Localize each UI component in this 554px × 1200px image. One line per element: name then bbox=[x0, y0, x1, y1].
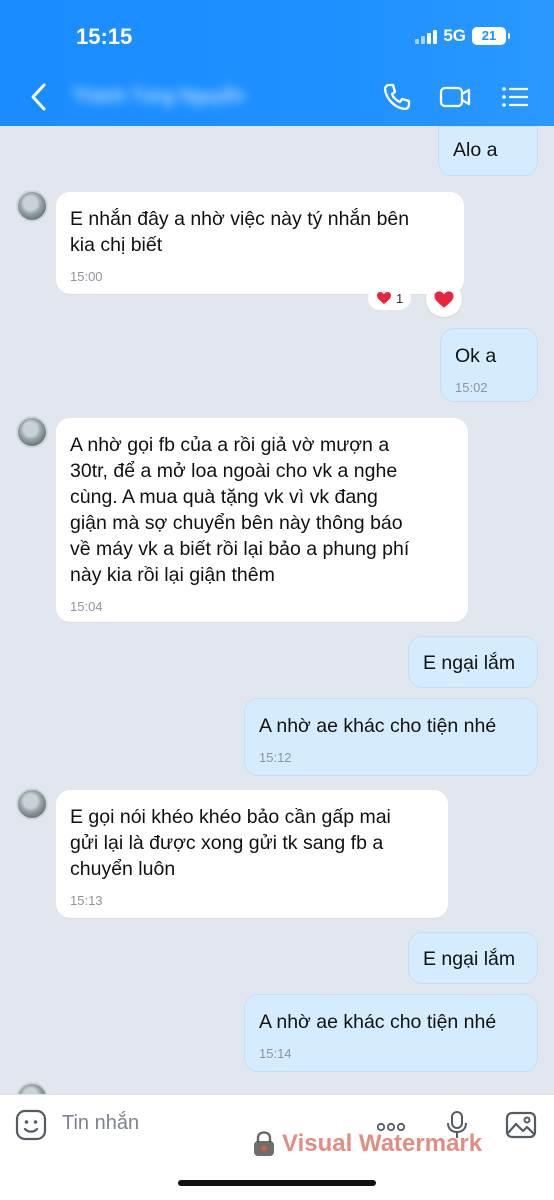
message-time: 15:13 bbox=[70, 893, 103, 908]
contact-name[interactable]: Thành Tùng Nguyễn bbox=[72, 86, 282, 112]
message-input[interactable]: Tin nhắn bbox=[62, 1112, 139, 1135]
message-text: Alo a bbox=[453, 139, 498, 161]
sticker-icon[interactable] bbox=[14, 1108, 48, 1142]
reaction-count-label: 1 bbox=[396, 290, 404, 306]
message-sent[interactable]: Ok a 15:02 bbox=[440, 328, 538, 402]
battery-icon: 21 bbox=[472, 27, 510, 45]
message-text: A nhờ ae khác cho tiện nhé bbox=[259, 715, 497, 737]
status-indicators: 5G 21 bbox=[415, 26, 510, 46]
menu-icon[interactable] bbox=[498, 80, 532, 114]
phone-call-icon[interactable] bbox=[380, 80, 414, 114]
image-picker-icon[interactable] bbox=[504, 1108, 538, 1142]
react-button[interactable] bbox=[426, 281, 462, 317]
message-time: 15:14 bbox=[259, 1046, 292, 1061]
message-sent[interactable]: E ngại lắm bbox=[408, 636, 538, 688]
reaction-count[interactable]: 1 bbox=[368, 286, 412, 310]
message-time: 15:04 bbox=[70, 599, 103, 614]
avatar[interactable] bbox=[16, 416, 48, 448]
heart-icon bbox=[434, 290, 454, 308]
watermark: Visual Watermark bbox=[252, 1130, 482, 1158]
message-text: E gọi nói khéo khéo bảo cần gấp mai gửi … bbox=[70, 806, 391, 880]
message-received[interactable]: E gọi nói khéo khéo bảo cần gấp mai gửi … bbox=[56, 790, 448, 918]
network-type: 5G bbox=[443, 26, 466, 45]
message-text: Ok a bbox=[455, 345, 497, 367]
message-text: E ngại lắm bbox=[423, 948, 516, 970]
heart-icon bbox=[377, 292, 391, 304]
status-time: 15:15 bbox=[76, 24, 133, 49]
back-icon[interactable] bbox=[28, 80, 48, 114]
avatar[interactable] bbox=[16, 190, 48, 222]
signal-icon bbox=[415, 28, 438, 44]
avatar[interactable] bbox=[16, 788, 48, 820]
message-sent[interactable]: A nhờ ae khác cho tiện nhé 15:12 bbox=[244, 698, 538, 776]
message-time: 15:02 bbox=[455, 380, 488, 395]
message-time: 15:12 bbox=[259, 750, 292, 765]
video-call-icon[interactable] bbox=[438, 80, 472, 114]
message-sent[interactable]: Alo a bbox=[438, 126, 538, 176]
message-sent[interactable]: A nhờ ae khác cho tiện nhé 15:14 bbox=[244, 994, 538, 1072]
watermark-text: Visual Watermark bbox=[282, 1130, 483, 1157]
message-received[interactable]: A nhờ gọi fb của a rồi giả vờ mượn a 30t… bbox=[56, 418, 468, 622]
chat-header: 15:15 5G 21 Thành Tùng Nguyễn bbox=[0, 0, 554, 126]
lock-icon bbox=[254, 1131, 274, 1156]
message-received[interactable]: E nhắn đây a nhờ việc này tý nhắn bên ki… bbox=[56, 192, 464, 294]
home-indicator bbox=[178, 1180, 376, 1186]
message-text: A nhờ gọi fb của a rồi giả vờ mượn a 30t… bbox=[70, 434, 410, 586]
message-text: E ngại lắm bbox=[423, 652, 516, 674]
message-text: A nhờ ae khác cho tiện nhé bbox=[259, 1011, 497, 1033]
message-text: E nhắn đây a nhờ việc này tý nhắn bên ki… bbox=[70, 208, 410, 256]
message-sent[interactable]: E ngại lắm bbox=[408, 932, 538, 984]
